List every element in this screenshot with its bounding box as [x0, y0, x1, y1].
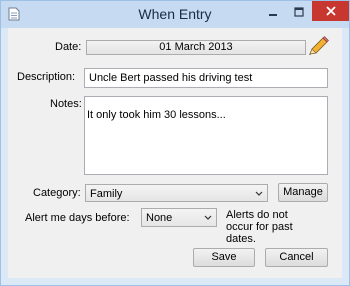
- category-select[interactable]: Family: [85, 184, 268, 202]
- date-label: Date:: [55, 41, 82, 53]
- pencil-icon[interactable]: [306, 35, 330, 57]
- close-button[interactable]: [312, 1, 349, 21]
- notes-textarea[interactable]: It only took him 30 lessons...: [84, 96, 328, 175]
- chevron-down-icon: [255, 191, 263, 196]
- alert-days-value: None: [146, 212, 173, 224]
- cancel-button[interactable]: Cancel: [265, 248, 328, 267]
- category-label: Category:: [33, 187, 81, 199]
- manage-button[interactable]: Manage: [278, 183, 328, 202]
- minimize-icon: [269, 13, 277, 16]
- chevron-down-icon: [204, 215, 212, 220]
- title-bar[interactable]: When Entry: [1, 1, 349, 28]
- maximize-button[interactable]: [286, 1, 312, 22]
- dialog-body: Date: 01 March 2013 Description: Uncle B…: [8, 28, 342, 278]
- alert-note: Alerts do not occur for past dates.: [226, 209, 293, 245]
- when-entry-window: When Entry Date: 01 March 2013 Descripti…: [0, 0, 350, 286]
- date-field[interactable]: 01 March 2013: [86, 40, 306, 55]
- notes-label: Notes:: [50, 98, 82, 110]
- save-button[interactable]: Save: [193, 248, 255, 267]
- close-icon: [325, 6, 336, 16]
- category-value: Family: [90, 188, 123, 200]
- alert-label: Alert me days before:: [25, 212, 130, 224]
- minimize-button[interactable]: [260, 1, 286, 22]
- description-input[interactable]: Uncle Bert passed his driving test: [84, 68, 328, 88]
- description-label: Description:: [17, 71, 76, 83]
- maximize-icon: [294, 6, 304, 17]
- alert-days-select[interactable]: None: [141, 208, 217, 227]
